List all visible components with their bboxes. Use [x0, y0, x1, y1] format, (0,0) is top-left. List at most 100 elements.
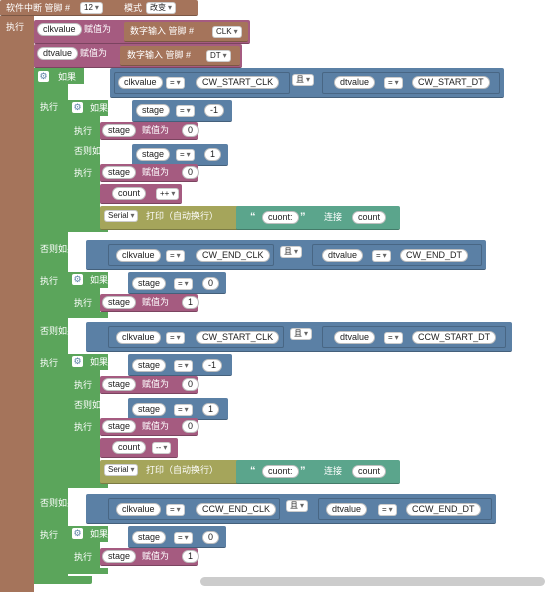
- eq-operator-dropdown[interactable]: =: [174, 278, 193, 290]
- const-cw-end-clk[interactable]: CW_END_CLK: [196, 249, 270, 262]
- stage-var[interactable]: stage: [102, 124, 137, 137]
- mutator-gear-icon[interactable]: ⚙: [72, 356, 83, 367]
- const-cw-end-dt[interactable]: CW_END_DT: [400, 249, 469, 262]
- const-cw-start-clk[interactable]: CW_START_CLK: [196, 76, 280, 89]
- dtvalue-var[interactable]: dtvalue: [334, 331, 376, 344]
- assign-label: 赋值为: [142, 551, 170, 561]
- count-var[interactable]: count: [112, 441, 147, 454]
- num-zero[interactable]: 0: [202, 531, 220, 544]
- and-operator-dropdown[interactable]: 且: [290, 328, 313, 340]
- text-cuont[interactable]: cuont:: [262, 465, 299, 478]
- const-ccw-end-dt[interactable]: CCW_END_DT: [406, 503, 481, 516]
- stage-var[interactable]: stage: [102, 296, 137, 309]
- if-label: 如果: [90, 103, 109, 113]
- and-operator-dropdown[interactable]: 且: [280, 246, 303, 258]
- pin-dropdown[interactable]: 12: [80, 2, 103, 14]
- count-var[interactable]: count: [352, 211, 387, 224]
- serial-dropdown[interactable]: Serial: [104, 210, 139, 222]
- eq-operator-dropdown[interactable]: =: [176, 105, 195, 117]
- eq-operator-dropdown[interactable]: =: [166, 77, 185, 89]
- eq-operator-dropdown[interactable]: =: [378, 504, 397, 516]
- horizontal-scrollbar[interactable]: [200, 577, 545, 586]
- stage-var[interactable]: stage: [102, 166, 137, 179]
- num-one[interactable]: 1: [182, 296, 200, 309]
- eq-operator-dropdown[interactable]: =: [174, 532, 193, 544]
- serial-dropdown[interactable]: Serial: [104, 464, 139, 476]
- stage-var[interactable]: stage: [102, 550, 137, 563]
- do-label: 执行: [74, 552, 93, 562]
- stage-var[interactable]: stage: [132, 403, 167, 416]
- eq-operator-dropdown[interactable]: =: [166, 504, 185, 516]
- count-var[interactable]: count: [352, 465, 387, 478]
- dtvalue-var[interactable]: dtvalue: [322, 249, 364, 262]
- stage-var[interactable]: stage: [102, 420, 137, 433]
- assign-label: 赋值为: [80, 48, 108, 58]
- do-label: 执行: [74, 298, 93, 308]
- pin-clk-dropdown[interactable]: CLK: [212, 26, 242, 38]
- mutator-gear-icon[interactable]: ⚙: [72, 528, 83, 539]
- mutator-gear-icon[interactable]: ⚙: [72, 274, 83, 285]
- eq-operator-dropdown[interactable]: =: [176, 149, 195, 161]
- assign-label: 赋值为: [142, 379, 170, 389]
- if-label: 如果: [90, 357, 109, 367]
- num-neg1[interactable]: -1: [202, 359, 223, 372]
- eq-operator-dropdown[interactable]: =: [384, 77, 403, 89]
- text-cuont[interactable]: cuont:: [262, 211, 299, 224]
- do-label: 执行: [40, 358, 59, 368]
- stage-var[interactable]: stage: [132, 531, 167, 544]
- close-quote-icon: ”: [300, 211, 306, 223]
- pin-dt-dropdown[interactable]: DT: [206, 50, 231, 62]
- dtvalue-var[interactable]: dtvalue: [334, 76, 376, 89]
- count-var[interactable]: count: [112, 187, 147, 200]
- assign-label: 赋值为: [142, 125, 170, 135]
- join-label: 连接: [324, 466, 343, 476]
- outer-if-footer: [34, 576, 92, 584]
- num-one[interactable]: 1: [202, 403, 220, 416]
- else-if-label: 否则如果: [74, 146, 111, 156]
- if-label: 如果: [90, 529, 109, 539]
- clkvalue-var[interactable]: clkvalue: [118, 76, 163, 89]
- and-operator-dropdown[interactable]: 且: [286, 500, 309, 512]
- do-label: 执行: [40, 102, 59, 112]
- num-one[interactable]: 1: [204, 148, 222, 161]
- mutator-gear-icon[interactable]: ⚙: [72, 102, 83, 113]
- const-ccw-end-clk[interactable]: CCW_END_CLK: [196, 503, 277, 516]
- clkvalue-var[interactable]: clkvalue: [37, 23, 82, 36]
- decrement-operator-dropdown[interactable]: --: [152, 442, 172, 454]
- const-ccw-start-dt[interactable]: CCW_START_DT: [412, 331, 497, 344]
- const-cw-start-clk[interactable]: CW_START_CLK: [196, 331, 280, 344]
- stage-var[interactable]: stage: [132, 277, 167, 290]
- num-neg1[interactable]: -1: [204, 104, 225, 117]
- const-cw-start-dt[interactable]: CW_START_DT: [412, 76, 490, 89]
- dtvalue-var[interactable]: dtvalue: [326, 503, 368, 516]
- eq-operator-dropdown[interactable]: =: [166, 332, 185, 344]
- num-zero[interactable]: 0: [182, 166, 200, 179]
- eq-operator-dropdown[interactable]: =: [166, 250, 185, 262]
- mode-dropdown[interactable]: 改变: [146, 2, 177, 14]
- num-zero[interactable]: 0: [182, 378, 200, 391]
- num-zero[interactable]: 0: [182, 124, 200, 137]
- do-label: 执行: [74, 168, 93, 178]
- do-label: 执行: [74, 126, 93, 136]
- mutator-gear-icon[interactable]: ⚙: [38, 71, 49, 82]
- num-zero[interactable]: 0: [182, 420, 200, 433]
- stage-var[interactable]: stage: [136, 104, 171, 117]
- eq-operator-dropdown[interactable]: =: [174, 360, 193, 372]
- num-zero[interactable]: 0: [202, 277, 220, 290]
- increment-operator-dropdown[interactable]: ++: [156, 188, 180, 200]
- dtvalue-var[interactable]: dtvalue: [37, 47, 79, 60]
- stage-var[interactable]: stage: [102, 378, 137, 391]
- clkvalue-var[interactable]: clkvalue: [116, 503, 161, 516]
- assign-label: 赋值为: [142, 167, 170, 177]
- eq-operator-dropdown[interactable]: =: [384, 332, 403, 344]
- stage-var[interactable]: stage: [136, 148, 171, 161]
- stage-var[interactable]: stage: [132, 359, 167, 372]
- eq-operator-dropdown[interactable]: =: [174, 404, 193, 416]
- join-label: 连接: [324, 212, 343, 222]
- eq-operator-dropdown[interactable]: =: [372, 250, 391, 262]
- clkvalue-var[interactable]: clkvalue: [116, 331, 161, 344]
- and-operator-dropdown[interactable]: 且: [292, 74, 315, 86]
- clkvalue-var[interactable]: clkvalue: [116, 249, 161, 262]
- assign-label: 赋值为: [142, 421, 170, 431]
- num-one[interactable]: 1: [182, 550, 200, 563]
